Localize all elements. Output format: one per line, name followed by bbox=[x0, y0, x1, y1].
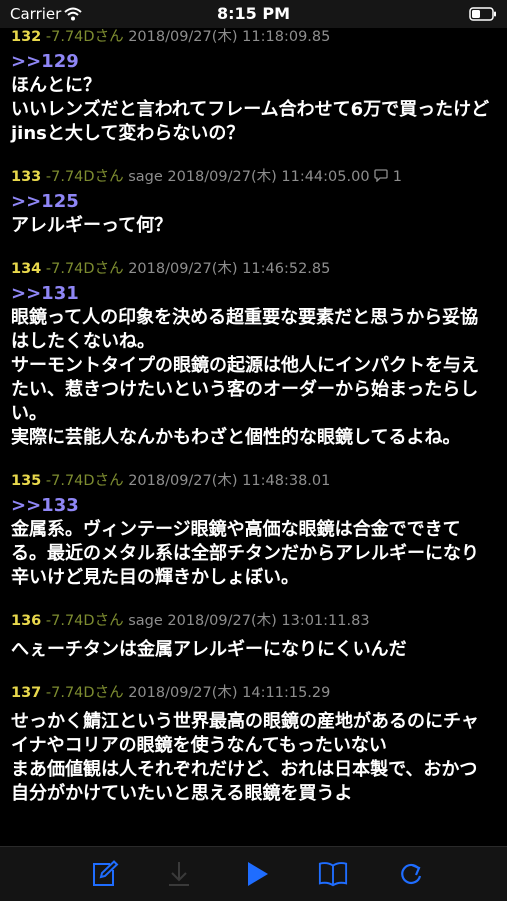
reply-count-value: 1 bbox=[392, 169, 403, 185]
post-header: 133 -7.74Dさん sage 2018/09/27(木) 11:44:05… bbox=[11, 168, 495, 186]
post: 132 -7.74Dさん 2018/09/27(木) 11:18:09.85 >… bbox=[0, 28, 507, 146]
post-number[interactable]: 134 bbox=[11, 261, 41, 277]
post: 136 -7.74Dさん sage 2018/09/27(木) 13:01:11… bbox=[0, 612, 507, 662]
post-line: せっかく鯖江という世界最高の眼鏡の産地があるのにチャイナやコリアの眼鏡を使うなん… bbox=[11, 711, 479, 756]
post-line: へぇーチタンは金属アレルギーになりにくいんだ bbox=[11, 639, 407, 660]
post-date: 2018/09/27(木) 11:48:38.01 bbox=[128, 473, 331, 489]
play-button[interactable] bbox=[242, 859, 272, 889]
clock: 8:15 PM bbox=[216, 4, 290, 23]
post-line: 眼鏡って人の印象を決める超重要な要素だと思うから妥協はしたくないね。 bbox=[11, 307, 479, 352]
post: 133 -7.74Dさん sage 2018/09/27(木) 11:44:05… bbox=[0, 168, 507, 238]
post-line: 実際に芸能人なんかもわざと個性的な眼鏡してるよね。 bbox=[11, 427, 461, 448]
post-body: せっかく鯖江という世界最高の眼鏡の産地があるのにチャイナやコリアの眼鏡を使うなん… bbox=[11, 710, 495, 806]
reply-anchor[interactable]: >>125 bbox=[11, 190, 495, 214]
post-header: 132 -7.74Dさん 2018/09/27(木) 11:18:09.85 bbox=[11, 28, 495, 46]
poster-name: -7.74Dさん bbox=[45, 613, 124, 629]
reply-anchor[interactable]: >>131 bbox=[11, 282, 495, 306]
post-line: アレルギーって何？ bbox=[11, 215, 173, 236]
refresh-icon bbox=[401, 863, 422, 885]
post-number[interactable]: 137 bbox=[11, 685, 41, 701]
play-icon bbox=[248, 862, 268, 886]
post-header: 136 -7.74Dさん sage 2018/09/27(木) 13:01:11… bbox=[11, 612, 495, 630]
post-number[interactable]: 133 bbox=[11, 169, 41, 185]
poster-name: -7.74Dさん bbox=[45, 685, 124, 701]
post-header: 134 -7.74Dさん 2018/09/27(木) 11:46:52.85 bbox=[11, 260, 495, 278]
post-body: >>131 眼鏡って人の印象を決める超重要な要素だと思うから妥協はしたくないね。… bbox=[11, 282, 495, 450]
sage-label: sage bbox=[128, 613, 163, 629]
post: 137 -7.74Dさん 2018/09/27(木) 14:11:15.29 せ… bbox=[0, 684, 507, 806]
post-date: 2018/09/27(木) 13:01:11.83 bbox=[167, 613, 370, 629]
post-body: へぇーチタンは金属アレルギーになりにくいんだ bbox=[11, 638, 495, 662]
compose-icon bbox=[93, 860, 119, 886]
battery-icon bbox=[469, 6, 497, 25]
reply-anchor[interactable]: >>129 bbox=[11, 50, 495, 74]
poster-name: -7.74Dさん bbox=[45, 29, 124, 45]
post-line: ほんとに？ bbox=[11, 75, 101, 96]
post-date: 2018/09/27(木) 11:46:52.85 bbox=[128, 261, 331, 277]
poster-name: -7.74Dさん bbox=[45, 261, 124, 277]
post-number[interactable]: 132 bbox=[11, 29, 41, 45]
post-body: >>129 ほんとに？ いいレンズだと言われてフレーム合わせて6万で買ったけどj… bbox=[11, 50, 495, 146]
post-number[interactable]: 135 bbox=[11, 473, 41, 489]
post-line: 金属系。ヴィンテージ眼鏡や高価な眼鏡は合金でできてる。最近のメタル系は全部チタン… bbox=[11, 519, 479, 588]
post-line: サーモントタイプの眼鏡の起源は他人にインパクトを与えたい、惹きつけたいという客の… bbox=[11, 355, 479, 424]
reply-count[interactable]: 1 bbox=[374, 169, 402, 185]
post: 134 -7.74Dさん 2018/09/27(木) 11:46:52.85 >… bbox=[0, 260, 507, 450]
post-date: 2018/09/27(木) 14:11:15.29 bbox=[128, 685, 331, 701]
status-bar: Carrier 8:15 PM bbox=[0, 0, 507, 28]
poster-name: -7.74Dさん bbox=[45, 169, 124, 185]
sage-label: sage bbox=[128, 169, 163, 185]
download-button[interactable] bbox=[164, 859, 194, 889]
refresh-button[interactable] bbox=[396, 859, 426, 889]
compose-button[interactable] bbox=[90, 859, 120, 889]
download-icon bbox=[169, 862, 189, 886]
post-number[interactable]: 136 bbox=[11, 613, 41, 629]
reply-anchor[interactable]: >>133 bbox=[11, 494, 495, 518]
comment-icon bbox=[374, 169, 388, 183]
thread-feed[interactable]: 132 -7.74Dさん 2018/09/27(木) 11:18:09.85 >… bbox=[0, 28, 507, 846]
post-line: いいレンズだと言われてフレーム合わせて6万で買ったけどjinsと大して変わらない… bbox=[11, 99, 490, 144]
post-header: 137 -7.74Dさん 2018/09/27(木) 14:11:15.29 bbox=[11, 684, 495, 702]
post-line: まあ価値観は人それぞれだけど、おれは日本製で、おかつ自分がかけていたいと思える眼… bbox=[11, 759, 478, 804]
post-header: 135 -7.74Dさん 2018/09/27(木) 11:48:38.01 bbox=[11, 472, 495, 490]
book-icon bbox=[318, 862, 348, 887]
poster-name: -7.74Dさん bbox=[45, 473, 124, 489]
post-body: >>125 アレルギーって何？ bbox=[11, 190, 495, 238]
bookmarks-button[interactable] bbox=[318, 859, 348, 889]
post-body: >>133 金属系。ヴィンテージ眼鏡や高価な眼鏡は合金でできてる。最近のメタル系… bbox=[11, 494, 495, 590]
post-date: 2018/09/27(木) 11:44:05.00 bbox=[167, 169, 370, 185]
post-date: 2018/09/27(木) 11:18:09.85 bbox=[128, 29, 331, 45]
bottom-toolbar bbox=[0, 846, 507, 901]
post: 135 -7.74Dさん 2018/09/27(木) 11:48:38.01 >… bbox=[0, 472, 507, 590]
